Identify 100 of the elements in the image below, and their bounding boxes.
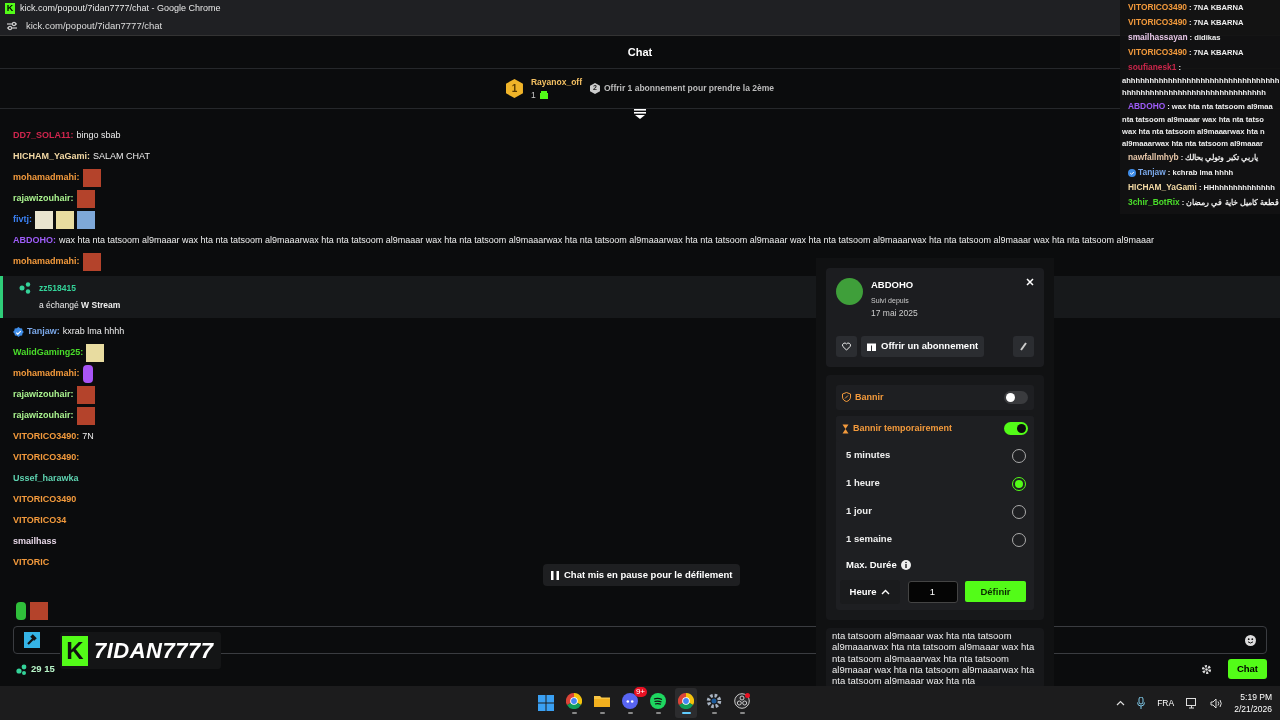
emoji-icon[interactable] [1245,634,1256,646]
emote-image [82,252,101,271]
address-bar[interactable]: kick.com/popout/7idan7777/chat [26,18,163,34]
username: soufianesk1 [1128,61,1177,74]
username: smailhassayan [1128,31,1188,44]
scroll-down-icon[interactable] [634,109,646,119]
username: nawfallmhyb [1128,151,1179,164]
language-indicator[interactable]: FRA [1157,696,1175,710]
timeout-label: Bannir temporairement [853,422,953,435]
username: DD7_SOLA11: [13,128,74,142]
clock-date[interactable]: 2/21/2026 [1234,703,1272,715]
message-text: bingo sbab [76,128,121,142]
avatar [836,278,863,305]
emote-image [82,365,93,383]
microphone-icon[interactable] [1137,697,1146,709]
pause-scroll-button[interactable]: Chat mis en pause pour le défilement [543,564,741,587]
hammer-icon[interactable] [24,632,40,648]
emote-image [76,189,95,208]
username: ABDOHO: [13,235,56,245]
browser-icon [678,692,694,709]
chevron-up-icon [881,588,891,595]
site-settings-icon[interactable] [6,21,18,31]
username: VITORIC [13,556,50,570]
username: HICHAM_YaGami: [13,149,91,163]
username: VITORICO34 [13,514,67,528]
channel-name: 7IDAN7777 [94,637,214,665]
username: mohamadmahi: [13,254,80,268]
username: mohamadmahi: [13,170,80,184]
option-label: 1 jour [846,504,872,519]
four-squares-icon [538,695,554,711]
max-duration-label: Max. Durée [846,557,897,572]
user-name: ABDOHO [871,278,915,292]
gift-icon [539,90,548,99]
username: HICHAM_YaGami [1128,181,1197,194]
emote-image [35,210,53,229]
username: mohamadmahi: [13,367,80,381]
notification-badge: 9+ [633,687,647,697]
favicon-icon: K [5,3,15,14]
username: Tanjaw: [27,325,60,339]
username: 3chir_BotRix [1128,196,1180,209]
chevron-up-icon[interactable] [1116,700,1126,706]
username: Ussef_harawka [13,472,79,486]
gift-icon [867,341,876,351]
followed-date: 17 mai 2025 [871,306,919,320]
event-text: a échangé W Stream [39,298,121,312]
chat-title: Chat [627,44,653,60]
shield-icon [842,392,851,403]
ban-label: Bannir [855,390,884,404]
username: VITORICO3490 [1128,16,1187,29]
taskbar-app[interactable] [675,688,697,718]
close-icon[interactable] [1026,278,1034,286]
record-app-icon [734,692,750,709]
mod-tool-button[interactable] [1013,335,1034,357]
settings-icon[interactable] [1200,663,1212,675]
set-button[interactable]: Définir [965,581,1026,603]
pause-icon [551,570,559,580]
username: rajawizouhair: [13,388,74,402]
gifter-name: Rayanox_off [530,75,582,89]
username: fivtj: [13,212,32,226]
emote-image [86,344,105,362]
amount-field[interactable]: 1 [907,580,958,603]
username: smailhass [13,535,57,549]
option-label: 1 heure [846,476,880,491]
dots-icon [19,282,31,294]
window-title: kick.com/popout/7idan7777/chat - Google Chrome [20,1,221,15]
option-label: 5 minutes [846,448,891,463]
clock-time[interactable]: 5:19 PM [1240,691,1272,703]
emote-image [76,386,95,404]
pinned-text: Offrir 1 abonnement pour prendre la 2ème [604,82,775,95]
unit-dropdown[interactable]: Heure [840,579,900,604]
username: Tanjaw [1138,166,1166,179]
emote-image [76,407,95,425]
speaker-icon[interactable] [1210,697,1223,709]
username: rajawizouhair: [13,409,74,423]
slash-icon [1020,341,1027,351]
monitor-icon[interactable] [1186,697,1199,709]
message-text: 7N [82,430,94,444]
username: rajawizouhair: [13,191,74,205]
dots-icon [16,663,27,675]
hourglass-icon [842,423,849,434]
message-text: SALAM CHAT [93,149,150,163]
toggle-switch[interactable] [1004,422,1028,436]
username: WalidGaming25: [13,346,84,360]
gift-sub-button[interactable]: Offrir un abonnement [861,335,985,357]
follow-button[interactable] [836,335,857,357]
gear-icon [706,692,722,709]
rank-badge: 1 [505,79,523,98]
emote-image [82,168,101,187]
username: VITORICO3490 [1128,1,1187,14]
send-button[interactable]: Chat [1227,658,1267,680]
username: VITORICO3490: [13,430,80,444]
message-text: kxrab lma hhhh [62,325,125,339]
toggle-switch[interactable] [1004,390,1028,404]
emote-image[interactable] [16,602,26,620]
username: VITORICO3490 [1128,46,1187,59]
emote-image [77,210,95,229]
username: VITORICO3490: [13,451,80,465]
message-text: wax hta nta tatsoom al9maaar wax hta nta tatsoom al9maaarwax hta nta tatsoom al9maaar wax hta nta tatsoom al9maaarwax hta nta tatsoom al9maaarwax hta nta tatsoom al9maaar wax hta nta tatsoom al9maaarwax hta nta tatsoom al9maaar wax hta nta tatsoom al9maaar [59,235,1155,245]
browser-icon [566,692,582,709]
username: VITORICO3490 [13,493,77,507]
